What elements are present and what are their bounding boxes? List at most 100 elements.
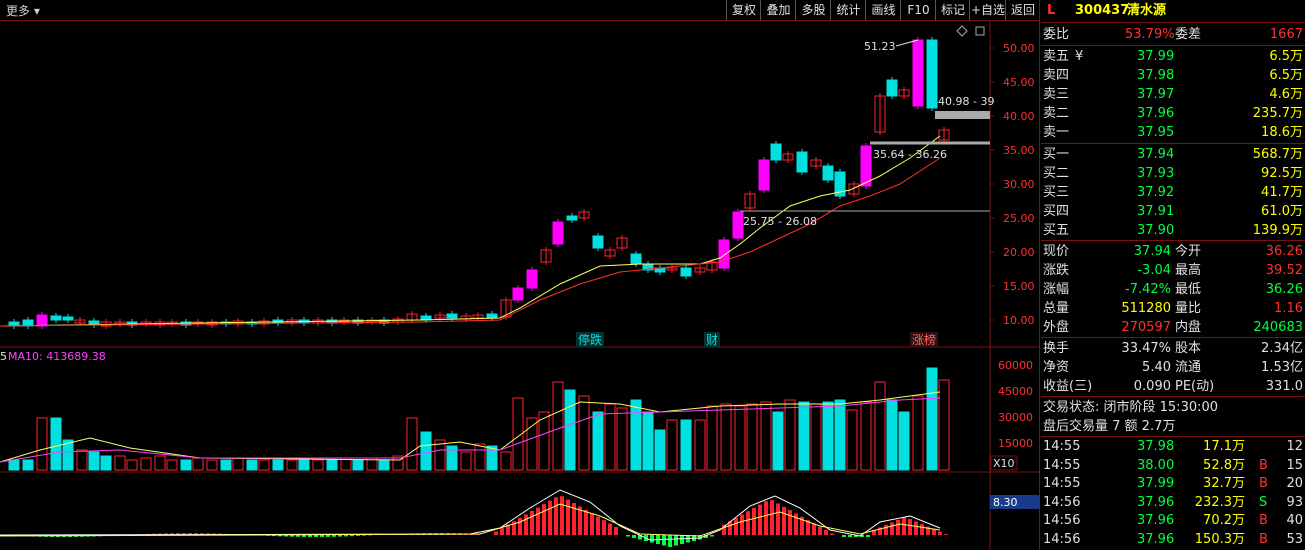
divider [1041, 45, 1305, 46]
stat-row: 现价 37.94 今开 36.26 [1041, 242, 1305, 261]
ask-volume: 235.7万 [1252, 106, 1303, 121]
volume-bar [114, 455, 126, 471]
volume-bar [22, 459, 34, 471]
macd-bar [932, 529, 936, 535]
candle [718, 239, 730, 269]
stat-label: 最高 [1175, 263, 1202, 278]
macd-bar [494, 531, 498, 535]
macd-bar [632, 535, 636, 538]
macd-bar [554, 497, 558, 535]
volume-bar [500, 451, 512, 471]
volume-bar [36, 417, 48, 471]
candle [486, 313, 498, 319]
square-icon [975, 26, 985, 36]
stat-value: 2.34亿 [1261, 341, 1303, 356]
stat-label: 换手 [1043, 341, 1070, 356]
after-hours-text: 盘后交易量 7 额 2.7万 [1043, 419, 1176, 434]
stat-value: 270597 [1121, 320, 1171, 335]
ask-volume: 6.5万 [1269, 68, 1303, 83]
macd-bar [812, 523, 816, 535]
volume-bar [784, 399, 796, 471]
bid-volume: 568.7万 [1252, 147, 1303, 162]
volume-bar [88, 451, 100, 471]
flag-badge: L [1047, 3, 1056, 18]
bid-label: 买五 [1043, 223, 1070, 238]
stat-value: 0.090 [1133, 379, 1171, 394]
tick-row: 14:55 37.98 17.1万 12 [1041, 437, 1305, 456]
macd-bar [542, 504, 546, 535]
macd-bar [734, 517, 738, 535]
stat-value: 36.26 [1265, 282, 1303, 297]
stat-label: 最低 [1175, 282, 1202, 297]
tick-row: 14:56 37.96 70.2万 B 40 [1041, 511, 1305, 530]
stat-label: 涨幅 [1043, 282, 1070, 297]
kline-chart[interactable]: 50.00 45.00 40.00 35.00 30.00 25.00 20.00 15.00… [0, 0, 1040, 550]
volume-bar [860, 401, 872, 471]
macd-bar [338, 535, 342, 537]
macd-bar [650, 535, 654, 543]
macd-bar [332, 535, 336, 537]
order-diff-label: 委差 [1175, 27, 1202, 42]
ask-label: 卖五 [1043, 49, 1070, 64]
macd-bar [548, 500, 552, 535]
volume-bar [352, 459, 364, 471]
stat-value: 39.52 [1265, 263, 1303, 278]
tick-price: 37.96 [1137, 513, 1175, 528]
candle [62, 316, 74, 321]
price-tick-label: 25.00 [1003, 212, 1035, 225]
volume-bar [822, 401, 834, 471]
volume-tick-label: 45000 [998, 385, 1033, 398]
macd-bar [818, 526, 822, 535]
bid-row: 买三 37.92 41.7万 [1041, 183, 1305, 202]
volume-bar [846, 409, 858, 471]
tick-volume: 232.3万 [1194, 494, 1245, 510]
ma10-line [0, 157, 941, 327]
volume-bar [166, 459, 178, 471]
macd-bar [350, 535, 354, 537]
stat-value: -7.42% [1125, 282, 1171, 297]
macd-bar [356, 535, 360, 536]
volume-bar [378, 459, 390, 471]
volume-bar [912, 395, 924, 471]
volume-bar [552, 381, 564, 471]
tick-time: 14:55 [1043, 457, 1081, 473]
volume-bar [772, 411, 784, 471]
macd-bar [914, 521, 918, 535]
volume-bar [286, 459, 298, 471]
stock-name: 清水源 [1127, 3, 1167, 18]
tick-price: 37.99 [1137, 476, 1175, 491]
volume-bar [694, 419, 706, 471]
bid-price: 37.90 [1137, 223, 1175, 238]
price-tick-label: 20.00 [1003, 246, 1035, 259]
volume-bar [720, 403, 732, 471]
tick-price: 37.98 [1137, 439, 1175, 454]
macd-bar [614, 527, 618, 535]
tick-count: 53 [1286, 531, 1303, 547]
macd-bar [746, 511, 750, 535]
tick-volume: 150.3万 [1194, 531, 1245, 547]
volume-bar [460, 451, 472, 471]
macd-bar [944, 534, 948, 535]
macd-bar [536, 507, 540, 535]
tick-time: 14:55 [1043, 439, 1081, 454]
volume-bar [886, 399, 898, 471]
stat-label: 总量 [1043, 301, 1070, 316]
volume-bar [312, 459, 324, 471]
stat-row: 涨跌 -3.04 最高 39.52 [1041, 261, 1305, 280]
tick-price: 38.00 [1137, 457, 1175, 473]
volume-bar [926, 367, 938, 471]
stat-value: 36.26 [1265, 244, 1303, 259]
macd-bar [758, 504, 762, 535]
volume-bar [180, 459, 192, 471]
macd-bar [668, 535, 672, 547]
macd-bar [776, 503, 780, 535]
candle [36, 314, 48, 327]
volume-bar [326, 459, 338, 471]
volume-bar [258, 459, 270, 471]
ask-price: 37.97 [1137, 87, 1175, 102]
bid-volume: 92.5万 [1261, 166, 1303, 181]
ask-label: 卖二 [1043, 106, 1070, 121]
tick-row: 14:56 37.96 232.3万 S 93 [1041, 493, 1305, 512]
stat-row: 总量 511280 量比 1.16 [1041, 299, 1305, 318]
stat-value: -3.04 [1137, 263, 1171, 278]
